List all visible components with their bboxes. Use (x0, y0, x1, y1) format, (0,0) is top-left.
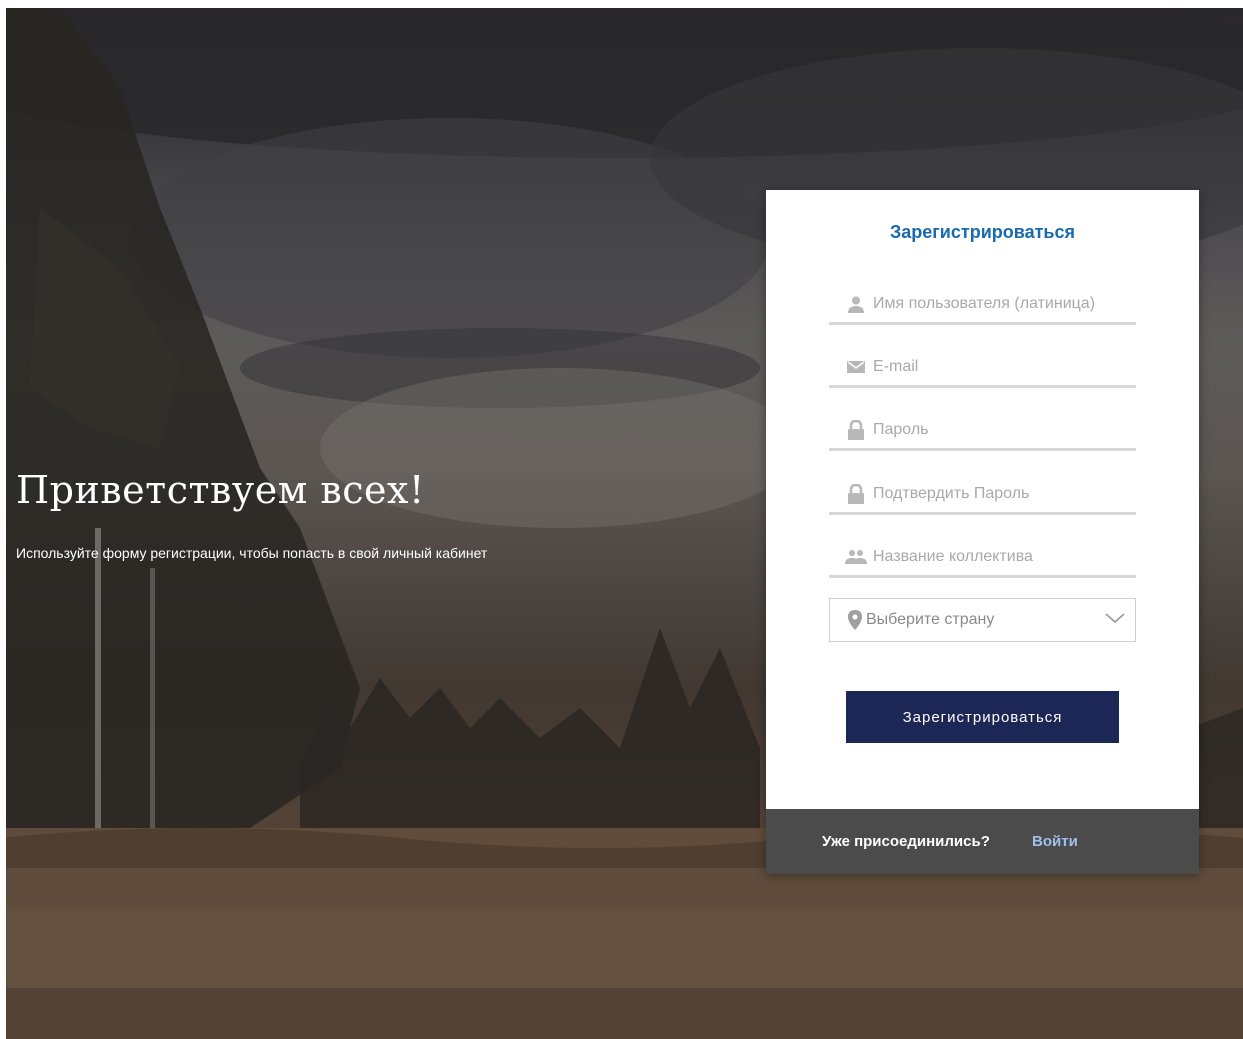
hero-title: Приветствуем всех! (16, 468, 425, 512)
already-joined-text: Уже присоединились? (822, 833, 990, 850)
login-link[interactable]: Войти (1032, 833, 1078, 850)
confirm-password-field (829, 475, 1136, 515)
user-icon (845, 294, 867, 314)
lock-icon (845, 483, 867, 504)
register-button[interactable]: Зарегистрироваться (846, 691, 1119, 743)
country-select-label: Выберите страну (866, 611, 995, 628)
username-input[interactable] (873, 294, 1133, 313)
email-field (829, 348, 1136, 388)
left-edge-strip (0, 8, 6, 1039)
password-field (829, 411, 1136, 451)
map-marker-icon (846, 610, 864, 630)
users-icon (845, 547, 867, 567)
card-footer: Уже присоединились? Войти (766, 809, 1199, 874)
team-name-input[interactable] (873, 547, 1133, 566)
registration-card: Зарегистрироваться Имя пользователя (лат… (766, 190, 1199, 874)
envelope-icon (845, 357, 867, 377)
password-input[interactable] (873, 420, 1133, 439)
country-select[interactable]: Выберите страну (829, 598, 1136, 642)
chevron-down-icon (1105, 611, 1125, 630)
lock-icon (845, 419, 867, 440)
confirm-password-input[interactable] (873, 484, 1133, 503)
form-title: Зарегистрироваться (890, 222, 1075, 242)
registration-page: Приветствуем всех! Используйте форму рег… (0, 0, 1243, 1039)
email-input[interactable] (873, 357, 1133, 376)
username-field (829, 285, 1136, 325)
team-name-field (829, 538, 1136, 578)
hero-subtitle: Используйте форму регистрации, чтобы поп… (16, 545, 488, 561)
